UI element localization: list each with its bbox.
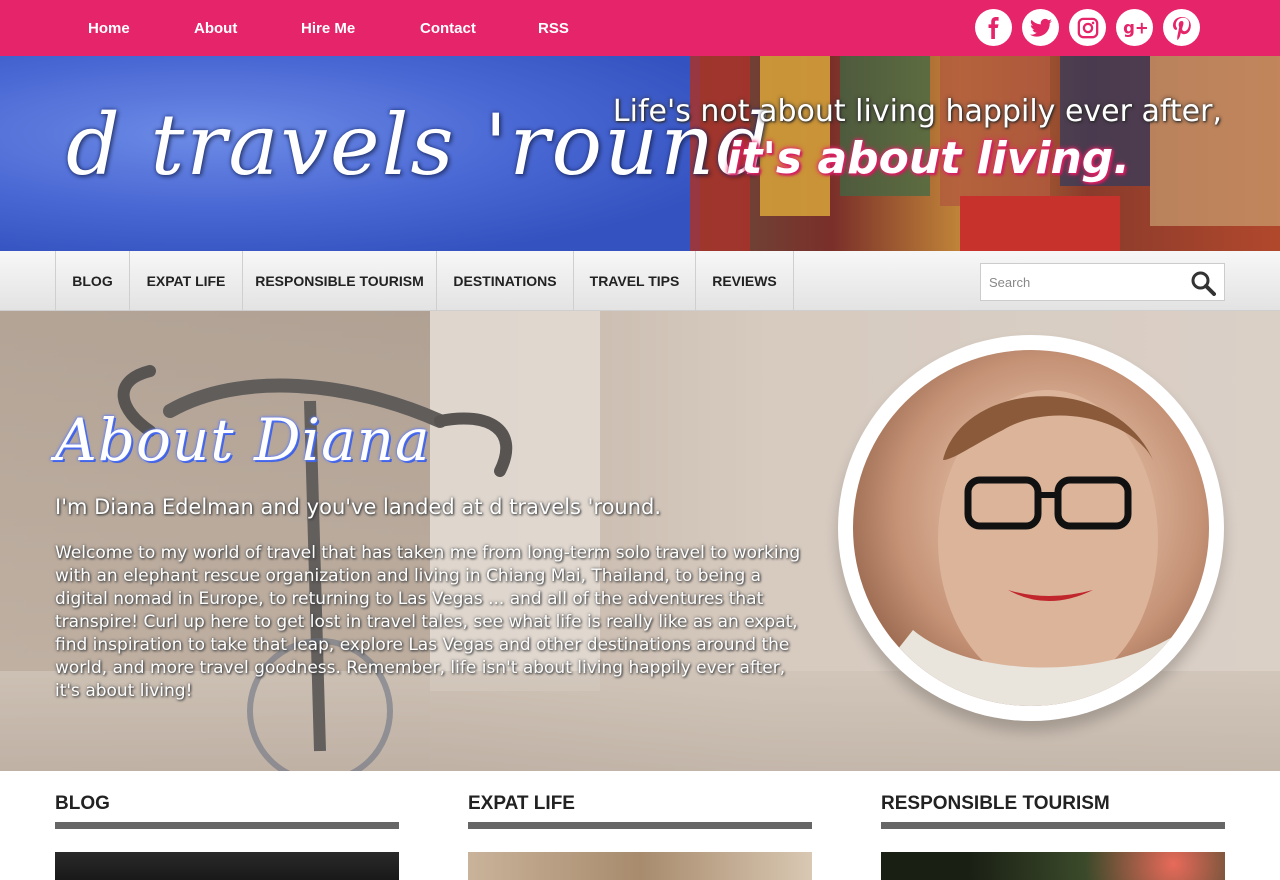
header-banner: d travels 'round Life's not about living… [0, 56, 1280, 251]
section-heading[interactable]: BLOG [55, 793, 399, 822]
section-divider [881, 822, 1225, 829]
menu-item-responsible-tourism[interactable]: RESPONSIBLE TOURISM [243, 251, 437, 310]
section-blog: BLOG [55, 793, 399, 880]
about-subtitle: I'm Diana Edelman and you've landed at d… [55, 495, 662, 519]
google-plus-icon[interactable]: g+ [1116, 9, 1153, 46]
section-thumbnail[interactable] [881, 852, 1225, 880]
top-nav: Home About Hire Me Contact RSS [88, 0, 598, 56]
search-box [980, 263, 1225, 301]
svg-text:g+: g+ [1123, 18, 1148, 37]
author-photo [853, 350, 1209, 706]
top-nav-rss[interactable]: RSS [538, 20, 598, 37]
section-expat-life: EXPAT LIFE [468, 793, 812, 880]
section-responsible-tourism: RESPONSIBLE TOURISM [881, 793, 1225, 880]
tagline-line-1: Life's not about living happily ever aft… [612, 94, 1222, 129]
menu-item-travel-tips[interactable]: TRAVEL TIPS [574, 251, 696, 310]
top-nav-contact[interactable]: Contact [420, 20, 538, 37]
top-nav-home[interactable]: Home [88, 20, 194, 37]
instagram-icon[interactable] [1069, 9, 1106, 46]
search-icon[interactable] [1190, 270, 1216, 296]
pinterest-icon[interactable] [1163, 9, 1200, 46]
banner-image-detail [960, 196, 1120, 251]
about-hero: About Diana I'm Diana Edelman and you've… [0, 311, 1280, 771]
section-divider [55, 822, 399, 829]
facebook-icon[interactable] [975, 9, 1012, 46]
menu-item-destinations[interactable]: DESTINATIONS [437, 251, 574, 310]
menu-item-reviews[interactable]: REVIEWS [696, 251, 794, 310]
section-divider [468, 822, 812, 829]
category-menu: BLOG EXPAT LIFE RESPONSIBLE TOURISM DEST… [55, 251, 794, 310]
section-heading[interactable]: RESPONSIBLE TOURISM [881, 793, 1225, 822]
about-body-text: Welcome to my world of travel that has t… [55, 543, 801, 701]
tagline-line-2: it's about living. [726, 133, 1130, 184]
top-nav-hire-me[interactable]: Hire Me [301, 20, 420, 37]
section-thumbnail[interactable] [468, 852, 812, 880]
menu-item-blog[interactable]: BLOG [56, 251, 130, 310]
top-nav-about[interactable]: About [194, 20, 301, 37]
menu-item-expat-life[interactable]: EXPAT LIFE [130, 251, 243, 310]
social-links: g+ [975, 9, 1200, 46]
twitter-icon[interactable] [1022, 9, 1059, 46]
section-heading[interactable]: EXPAT LIFE [468, 793, 812, 822]
about-title: About Diana [55, 406, 431, 474]
section-thumbnail[interactable] [55, 852, 399, 880]
author-portrait [838, 335, 1224, 721]
site-tagline: Life's not about living happily ever aft… [613, 94, 1222, 184]
search-input[interactable] [981, 264, 1181, 300]
top-bar: Home About Hire Me Contact RSS g+ [0, 0, 1280, 56]
